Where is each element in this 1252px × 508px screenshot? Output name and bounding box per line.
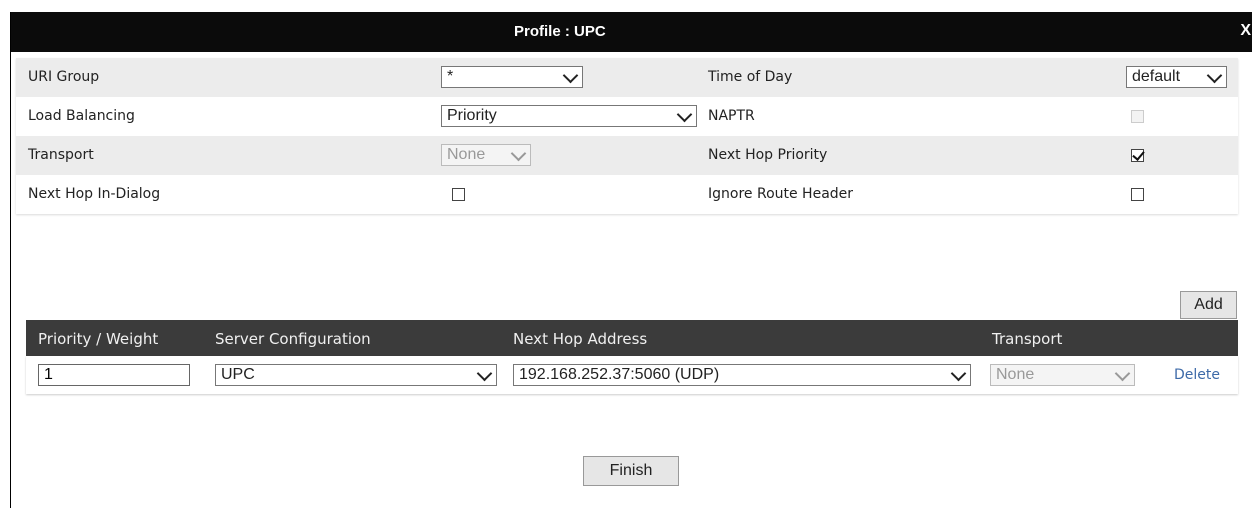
ignore-route-header-label: Ignore Route Header [708, 186, 854, 202]
next-hop-in-dialog-checkbox[interactable] [452, 188, 465, 201]
naptr-checkbox[interactable] [1131, 110, 1144, 123]
settings-row-next-hop-in-dialog: Next Hop In-Dialog Ignore Route Header [16, 175, 1238, 214]
priority-weight-input[interactable]: 1 [38, 364, 190, 386]
time-of-day-value: default [1132, 68, 1181, 85]
transport-select[interactable]: None [441, 144, 531, 166]
settings-row-uri-group: URI Group * Time of Day default [16, 58, 1238, 97]
dialog-titlebar: Profile : UPC X [11, 12, 1252, 52]
chevron-down-icon [676, 106, 693, 123]
settings-row-load-balancing: Load Balancing Priority NAPTR [16, 97, 1238, 136]
ignore-route-header-checkbox[interactable] [1131, 188, 1144, 201]
next-hop-priority-label: Next Hop Priority [708, 147, 828, 163]
chevron-down-icon [950, 365, 967, 382]
load-balancing-value: Priority [447, 107, 497, 124]
next-hop-priority-checkbox[interactable] [1131, 148, 1145, 162]
load-balancing-select[interactable]: Priority [441, 105, 697, 127]
header-server-configuration: Server Configuration [215, 330, 371, 348]
chevron-down-icon [476, 365, 493, 382]
time-of-day-select[interactable]: default [1126, 66, 1227, 88]
uri-group-select[interactable]: * [441, 66, 583, 88]
next-hop-address-value: 192.168.252.37:5060 (UDP) [519, 366, 720, 383]
row-transport-select[interactable]: None [990, 364, 1135, 386]
next-hop-in-dialog-label: Next Hop In-Dialog [28, 186, 161, 202]
table-row: 1 UPC 192.168.252.37:5060 (UDP) None Del… [26, 356, 1238, 394]
profile-settings: URI Group * Time of Day default Load Bal… [16, 58, 1238, 214]
header-transport: Transport [992, 330, 1063, 348]
transport-label: Transport [28, 147, 94, 163]
finish-button[interactable]: Finish [583, 456, 679, 486]
naptr-label: NAPTR [708, 108, 755, 124]
row-transport-value: None [996, 366, 1035, 383]
chevron-down-icon [510, 145, 527, 162]
next-hop-address-select[interactable]: 192.168.252.37:5060 (UDP) [513, 364, 971, 386]
table-header: Priority / Weight Server Configuration N… [26, 320, 1238, 356]
header-priority-weight: Priority / Weight [38, 330, 159, 348]
add-button[interactable]: Add [1180, 291, 1237, 319]
settings-row-transport: Transport None Next Hop Priority [16, 136, 1238, 175]
close-button[interactable]: X [1240, 22, 1251, 40]
time-of-day-label: Time of Day [708, 69, 793, 85]
checkmark-icon [1132, 148, 1145, 161]
delete-link[interactable]: Delete [1174, 367, 1220, 383]
load-balancing-label: Load Balancing [28, 108, 135, 124]
uri-group-value: * [447, 68, 454, 85]
uri-group-label: URI Group [28, 69, 100, 85]
chevron-down-icon [562, 67, 579, 84]
transport-value: None [447, 146, 486, 163]
server-configuration-select[interactable]: UPC [215, 364, 497, 386]
chevron-down-icon [1114, 365, 1131, 382]
next-hop-table: Priority / Weight Server Configuration N… [26, 320, 1238, 394]
dialog-title: Profile : UPC [514, 23, 606, 40]
server-configuration-value: UPC [221, 366, 255, 383]
chevron-down-icon [1206, 67, 1223, 84]
header-next-hop-address: Next Hop Address [513, 330, 648, 348]
